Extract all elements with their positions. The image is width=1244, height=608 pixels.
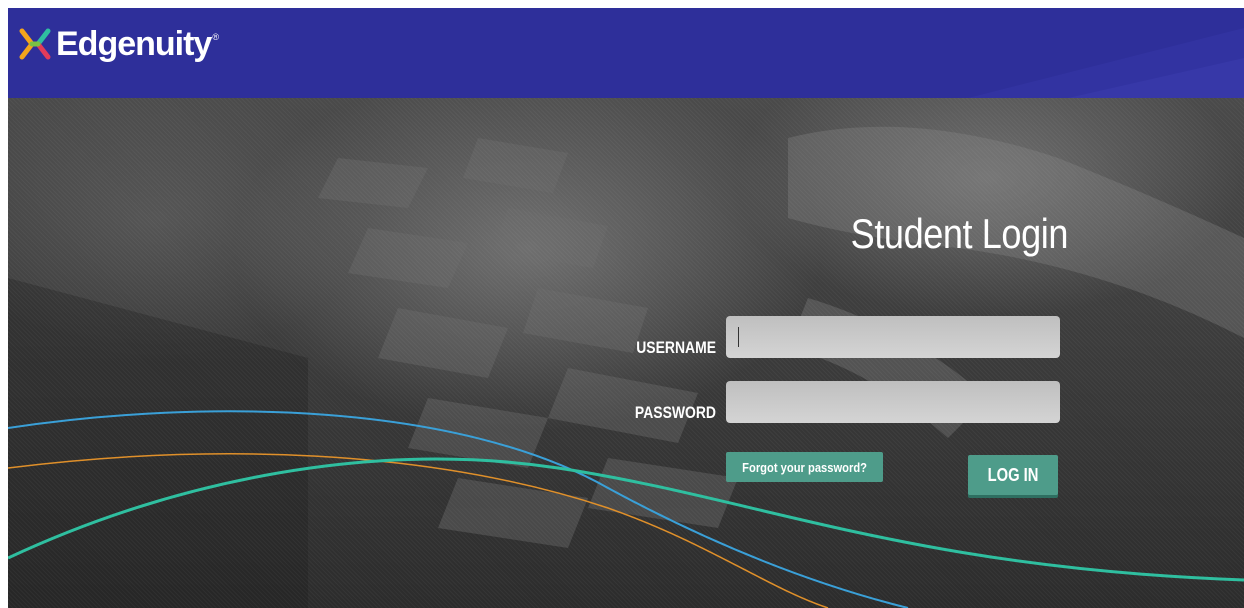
registered-mark: ® xyxy=(212,32,219,42)
x-logo-mark-icon xyxy=(19,28,51,60)
login-button-label: LOG IN xyxy=(987,464,1039,485)
text-caret xyxy=(738,327,739,347)
forgot-password-button[interactable]: Forgot your password? xyxy=(726,452,883,482)
forgot-password-label: Forgot your password? xyxy=(742,459,867,475)
page-title: Student Login xyxy=(850,210,1069,257)
edgenuity-logo[interactable]: Edgenuity ® xyxy=(18,22,219,66)
site-header: Edgenuity ® xyxy=(8,8,1244,98)
login-page: Edgenuity ® Student Login USERNAME PASSW… xyxy=(8,8,1244,608)
login-button[interactable]: LOG IN xyxy=(968,455,1058,495)
hero-background: Student Login USERNAME PASSWORD Forgot y… xyxy=(8,98,1244,608)
password-label: PASSWORD xyxy=(634,403,716,422)
password-input[interactable] xyxy=(726,381,1060,423)
username-input[interactable] xyxy=(726,316,1060,358)
username-label: USERNAME xyxy=(636,338,716,357)
brand-name: Edgenuity xyxy=(56,24,212,63)
